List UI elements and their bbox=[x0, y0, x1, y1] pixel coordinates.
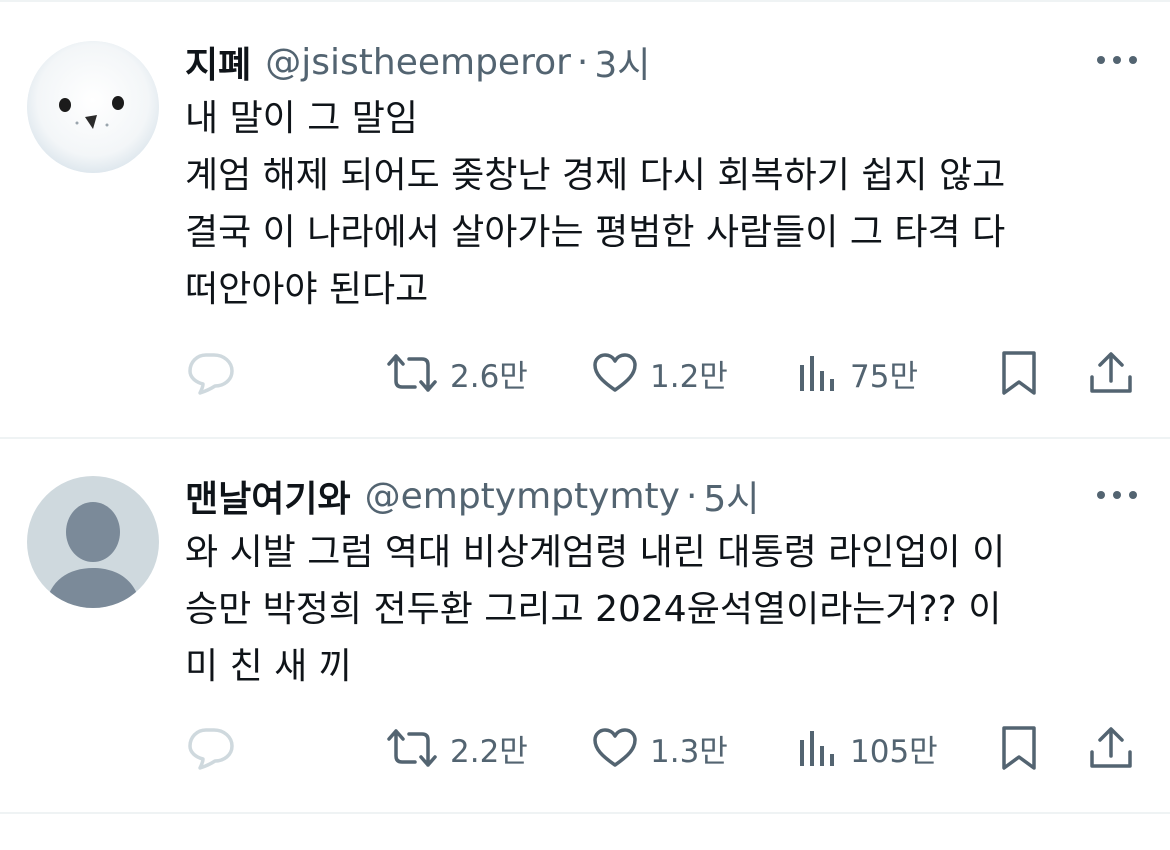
reply-button[interactable] bbox=[186, 723, 236, 773]
retweet-icon bbox=[387, 354, 437, 392]
reply-icon bbox=[188, 353, 234, 395]
views-count: 105만 bbox=[850, 733, 938, 770]
white-bird-avatar-icon bbox=[27, 41, 159, 173]
tweet-text-line: 와 시발 그럼 역대 비상계엄령 내린 대통령 라인업이 이 bbox=[185, 532, 1006, 573]
tweet-header: 맨날여기와 @emptymptymty · 5시 bbox=[185, 470, 759, 522]
like-count: 1.2만 bbox=[650, 358, 728, 395]
tweet-text-line: 계엄 해제 되어도 좆창난 경제 다시 회복하기 쉽지 않고 bbox=[185, 155, 1006, 196]
retweet-button[interactable]: 2.2만 bbox=[386, 723, 528, 773]
display-name[interactable]: 지폐 bbox=[185, 36, 251, 88]
timestamp[interactable]: 5시 bbox=[703, 470, 759, 522]
bookmark-button[interactable] bbox=[1000, 348, 1038, 398]
like-button[interactable]: 1.2만 bbox=[592, 348, 728, 398]
user-handle[interactable]: @jsistheemperor bbox=[265, 42, 571, 83]
tweet-text-line: 승만 박정희 전두환 그리고 2024윤석열이라는거?? 이 bbox=[185, 589, 1002, 630]
avatar[interactable] bbox=[27, 41, 159, 173]
share-button[interactable] bbox=[1088, 723, 1134, 773]
more-icon bbox=[1097, 56, 1137, 64]
display-name[interactable]: 맨날여기와 bbox=[185, 470, 351, 522]
bookmark-icon bbox=[1002, 726, 1036, 770]
default-user-avatar-icon bbox=[27, 476, 159, 608]
tweet-actions: 2.2만 1.3만 105만 bbox=[0, 723, 1170, 773]
avatar[interactable] bbox=[27, 476, 159, 608]
tweet-1[interactable]: 지폐 @jsistheemperor · 3시 내 말이 그 말임 계엄 해제 … bbox=[0, 0, 1170, 438]
tweet-text-line: 결국 이 나라에서 살아가는 평범한 사람들이 그 타격 다 bbox=[185, 212, 1006, 253]
more-options-button[interactable] bbox=[1094, 485, 1140, 505]
tweet-text-line: 내 말이 그 말임 bbox=[185, 98, 419, 139]
user-handle[interactable]: @emptymptymty bbox=[365, 476, 680, 517]
tweet-text: 내 말이 그 말임 계엄 해제 되어도 좆창난 경제 다시 회복하기 쉽지 않고… bbox=[185, 90, 1145, 318]
retweet-button[interactable]: 2.6만 bbox=[386, 348, 528, 398]
views-button[interactable]: 105만 bbox=[798, 723, 938, 773]
timestamp[interactable]: 3시 bbox=[594, 36, 650, 88]
like-count: 1.3만 bbox=[650, 733, 728, 770]
share-icon bbox=[1090, 352, 1132, 393]
share-button[interactable] bbox=[1088, 348, 1134, 398]
heart-icon bbox=[593, 728, 637, 767]
reply-button[interactable] bbox=[186, 348, 236, 398]
share-icon bbox=[1090, 727, 1132, 768]
separator-dot: · bbox=[685, 475, 698, 517]
bookmark-icon bbox=[1002, 351, 1036, 395]
more-icon bbox=[1097, 491, 1137, 499]
heart-icon bbox=[593, 353, 637, 392]
retweet-icon bbox=[387, 729, 437, 767]
tweet-2[interactable]: 맨날여기와 @emptymptymty · 5시 와 시발 그럼 역대 비상계엄… bbox=[0, 439, 1170, 811]
tweet-text: 와 시발 그럼 역대 비상계엄령 내린 대통령 라인업이 이 승만 박정희 전두… bbox=[185, 524, 1145, 695]
retweet-count: 2.2만 bbox=[450, 733, 528, 770]
views-icon bbox=[800, 356, 834, 391]
views-icon bbox=[800, 731, 834, 766]
retweet-count: 2.6만 bbox=[450, 358, 528, 395]
tweet-header: 지폐 @jsistheemperor · 3시 bbox=[185, 36, 650, 88]
separator-dot: · bbox=[576, 41, 589, 83]
tweet-actions: 2.6만 1.2만 75만 bbox=[0, 348, 1170, 398]
tweet-divider bbox=[0, 812, 1170, 814]
tweet-text-line: 미 친 새 끼 bbox=[185, 646, 352, 687]
views-button[interactable]: 75만 bbox=[798, 348, 918, 398]
views-count: 75만 bbox=[850, 358, 918, 395]
like-button[interactable]: 1.3만 bbox=[592, 723, 728, 773]
bookmark-button[interactable] bbox=[1000, 723, 1038, 773]
reply-icon bbox=[188, 728, 234, 770]
tweet-text-line: 떠안아야 된다고 bbox=[185, 269, 429, 310]
more-options-button[interactable] bbox=[1094, 50, 1140, 70]
